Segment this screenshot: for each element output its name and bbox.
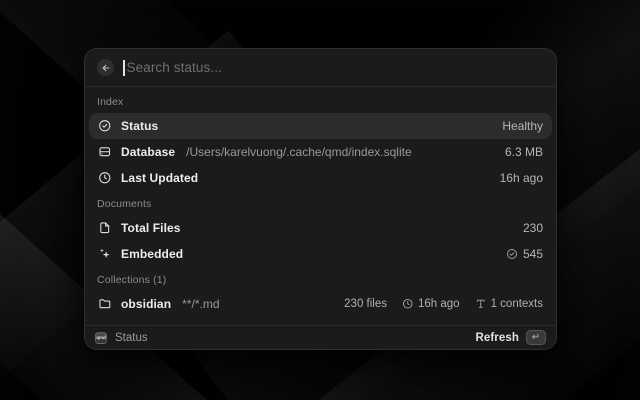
collection-pattern: **/*.md xyxy=(182,297,219,311)
updated-text: 16h ago xyxy=(418,298,460,310)
database-icon xyxy=(98,145,112,159)
database-size: 6.3 MB xyxy=(505,145,543,159)
collection-files-count: 230 files xyxy=(344,298,387,310)
section-label-collections: Collections (1) xyxy=(89,267,552,291)
sparkles-icon xyxy=(98,247,112,261)
section-label-documents: Documents xyxy=(89,191,552,215)
check-circle-icon xyxy=(506,248,518,260)
row-embedded[interactable]: Embedded 545 xyxy=(89,241,552,267)
folder-icon xyxy=(98,297,112,311)
text-caret xyxy=(123,60,125,76)
row-label: Last Updated xyxy=(121,171,198,185)
type-icon xyxy=(475,298,487,310)
collection-updated: 16h ago xyxy=(402,298,460,310)
collection-meta: 230 files 16h ago 1 contexts xyxy=(344,298,543,310)
embedded-value-group: 545 xyxy=(506,247,543,261)
back-button[interactable] xyxy=(97,59,114,76)
total-files-value: 230 xyxy=(523,221,543,235)
file-icon xyxy=(98,221,112,235)
status-value: Healthy xyxy=(502,119,543,133)
row-label: Database xyxy=(121,145,175,159)
collection-name: obsidian xyxy=(121,297,171,311)
row-label: Status xyxy=(121,119,158,133)
arrow-left-icon xyxy=(101,63,111,73)
row-label: Embedded xyxy=(121,247,183,261)
row-total-files[interactable]: Total Files 230 xyxy=(89,215,552,241)
results-list: Index Status Healthy Database /Users/kar… xyxy=(85,87,556,325)
search-bar xyxy=(85,49,556,86)
embedded-value: 545 xyxy=(523,247,543,261)
row-last-updated[interactable]: Last Updated 16h ago xyxy=(89,165,552,191)
refresh-label: Refresh xyxy=(475,332,519,344)
clock-icon xyxy=(402,298,414,310)
command-palette-window: Index Status Healthy Database /Users/kar… xyxy=(84,48,557,350)
row-label: Total Files xyxy=(121,221,181,235)
last-updated-value: 16h ago xyxy=(500,171,543,185)
refresh-button[interactable]: Refresh ↵ xyxy=(475,330,546,345)
footer-bar: qmd Status Refresh ↵ xyxy=(85,326,556,349)
contexts-text: 1 contexts xyxy=(491,298,543,310)
row-status[interactable]: Status Healthy xyxy=(89,113,552,139)
database-path: /Users/karelvuong/.cache/qmd/index.sqlit… xyxy=(186,145,411,159)
collection-contexts: 1 contexts xyxy=(475,298,543,310)
search-input[interactable] xyxy=(127,60,545,75)
section-label-index: Index xyxy=(89,89,552,113)
check-circle-icon xyxy=(98,119,112,133)
qmd-app-badge: qmd xyxy=(95,332,107,344)
clock-icon xyxy=(98,171,112,185)
search-field-wrap xyxy=(123,60,544,76)
footer-view-label: Status xyxy=(115,332,148,344)
row-collection-obsidian[interactable]: obsidian **/*.md 230 files 16h ago 1 con… xyxy=(89,291,552,317)
files-count-text: 230 files xyxy=(344,298,387,310)
enter-key-icon: ↵ xyxy=(526,330,546,345)
row-database[interactable]: Database /Users/karelvuong/.cache/qmd/in… xyxy=(89,139,552,165)
